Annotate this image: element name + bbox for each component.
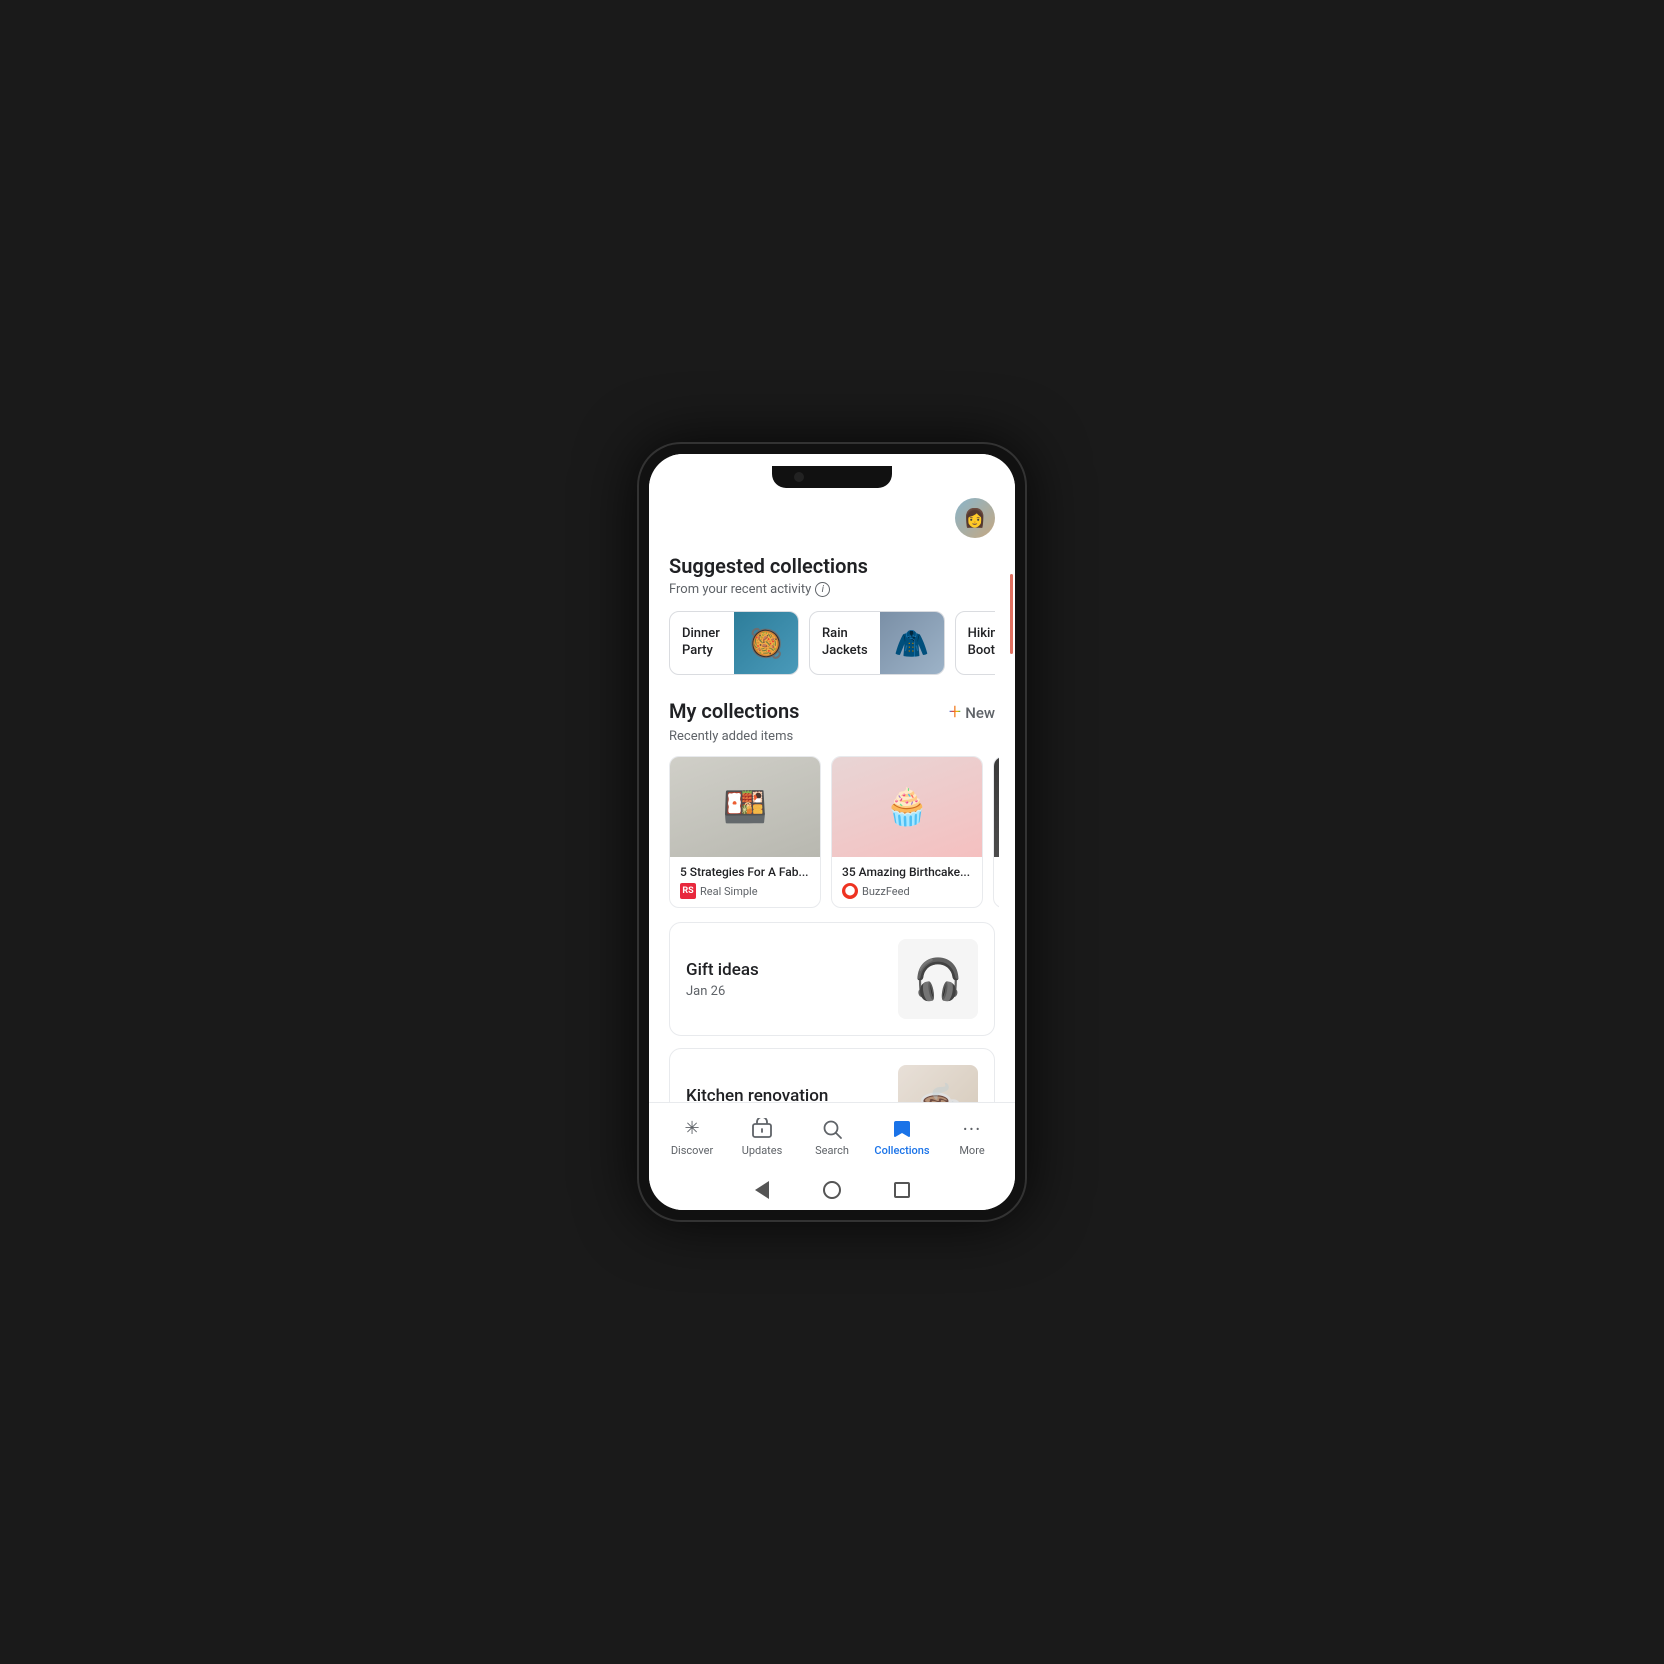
- chip-image-food: 🥘: [734, 611, 798, 675]
- new-label: New: [965, 704, 995, 722]
- item-image-3: 🍜: [994, 757, 999, 857]
- nav-more[interactable]: ··· More: [937, 1117, 1007, 1157]
- header-area: 👩: [649, 482, 1015, 546]
- phone-screen: 👩 Suggested collections From your recent…: [649, 454, 1015, 1210]
- gift-ideas-date: Jan 26: [686, 984, 898, 999]
- chip-dinner-party[interactable]: DinnerParty 🥘: [669, 611, 799, 675]
- chip-rain-jackets[interactable]: RainJackets 🧥: [809, 611, 945, 675]
- more-icon: ···: [960, 1117, 984, 1141]
- gift-ideas-name: Gift ideas: [686, 960, 898, 980]
- item-card-2[interactable]: 🧁 35 Amazing Birthcake... ⬤ BuzzFeed: [831, 756, 983, 908]
- notch: [772, 466, 892, 488]
- chip-label: HikingBoots: [956, 618, 995, 668]
- home-icon: [823, 1181, 841, 1199]
- kitchen-renovation-card[interactable]: Kitchen renovation Jan 24 ☕: [669, 1048, 995, 1102]
- item-title-1: 5 Strategies For A Fab...: [680, 865, 810, 879]
- item-info-3: An Eye Openin... S Saveur: [994, 857, 999, 907]
- updates-icon: [750, 1117, 774, 1141]
- my-collections-title: My collections: [669, 699, 799, 723]
- bottom-nav: ✳ Discover Updates: [649, 1102, 1015, 1170]
- item-info-1: 5 Strategies For A Fab... RS Real Simple: [670, 857, 820, 907]
- item-image-2: 🧁: [832, 757, 982, 857]
- item-card-3[interactable]: 🍜 An Eye Openin... S Saveur: [993, 756, 999, 908]
- chip-hiking-boots[interactable]: HikingBoots: [955, 611, 995, 675]
- plus-icon: +: [949, 702, 961, 724]
- phone-frame: 👩 Suggested collections From your recent…: [637, 442, 1027, 1222]
- nav-updates[interactable]: Updates: [727, 1117, 797, 1157]
- back-icon: [755, 1181, 769, 1199]
- system-nav: [649, 1170, 1015, 1210]
- my-collections-section: My collections + New Recently added item…: [649, 691, 1015, 1102]
- search-icon: [820, 1117, 844, 1141]
- item-card-1[interactable]: 🍱 5 Strategies For A Fab... RS Real Simp…: [669, 756, 821, 908]
- scroll-content: 👩 Suggested collections From your recent…: [649, 482, 1015, 1102]
- nav-discover[interactable]: ✳ Discover: [657, 1117, 727, 1157]
- scroll-indicator: [1010, 574, 1013, 654]
- gift-ideas-info: Gift ideas Jan 26: [686, 960, 898, 999]
- item-title-2: 35 Amazing Birthcake...: [842, 865, 972, 879]
- chip-label: RainJackets: [810, 618, 880, 668]
- search-label: Search: [815, 1144, 849, 1157]
- source-badge-rs: RS: [680, 883, 696, 899]
- info-icon[interactable]: i: [815, 582, 830, 597]
- discover-label: Discover: [671, 1144, 713, 1157]
- discover-icon: ✳: [680, 1117, 704, 1141]
- recents-icon: [894, 1182, 910, 1198]
- home-button[interactable]: [822, 1180, 842, 1200]
- gift-ideas-thumb: 🎧: [898, 939, 978, 1019]
- item-source-1: RS Real Simple: [680, 883, 810, 899]
- chip-image-jacket: 🧥: [880, 611, 944, 675]
- item-info-2: 35 Amazing Birthcake... ⬤ BuzzFeed: [832, 857, 982, 907]
- collections-header: My collections + New: [669, 699, 995, 727]
- kitchen-image: ☕: [898, 1065, 978, 1102]
- chips-row: DinnerParty 🥘 RainJackets 🧥 HikingBoots: [669, 611, 995, 675]
- collection-cards: Gift ideas Jan 26 🎧 Kitchen renovation J…: [669, 922, 995, 1102]
- source-badge-bf: ⬤: [842, 883, 858, 899]
- avatar-image: 👩: [955, 498, 995, 538]
- nav-collections[interactable]: Collections: [867, 1117, 937, 1157]
- recently-added-items-row: 🍱 5 Strategies For A Fab... RS Real Simp…: [665, 756, 999, 908]
- back-button[interactable]: [752, 1180, 772, 1200]
- camera: [794, 472, 804, 482]
- suggested-collections-subtitle: From your recent activity i: [669, 582, 995, 597]
- item-source-2: ⬤ BuzzFeed: [842, 883, 972, 899]
- item-image-1: 🍱: [670, 757, 820, 857]
- recents-button[interactable]: [892, 1180, 912, 1200]
- suggested-collections-section: Suggested collections From your recent a…: [649, 546, 1015, 691]
- kitchen-renovation-info: Kitchen renovation Jan 24: [686, 1086, 898, 1103]
- recently-added-subtitle: Recently added items: [669, 729, 995, 744]
- gift-ideas-card[interactable]: Gift ideas Jan 26 🎧: [669, 922, 995, 1036]
- avatar[interactable]: 👩: [955, 498, 995, 538]
- kitchen-renovation-thumb: ☕: [898, 1065, 978, 1102]
- nav-search[interactable]: Search: [797, 1117, 867, 1157]
- headphones-image: 🎧: [898, 939, 978, 1019]
- suggested-collections-title: Suggested collections: [669, 554, 995, 578]
- collections-icon: [890, 1117, 914, 1141]
- new-collection-button[interactable]: + New: [949, 702, 995, 724]
- collections-label: Collections: [874, 1144, 929, 1157]
- kitchen-renovation-name: Kitchen renovation: [686, 1086, 898, 1103]
- updates-label: Updates: [742, 1144, 783, 1157]
- chip-label: DinnerParty: [670, 618, 734, 668]
- more-label: More: [959, 1144, 984, 1157]
